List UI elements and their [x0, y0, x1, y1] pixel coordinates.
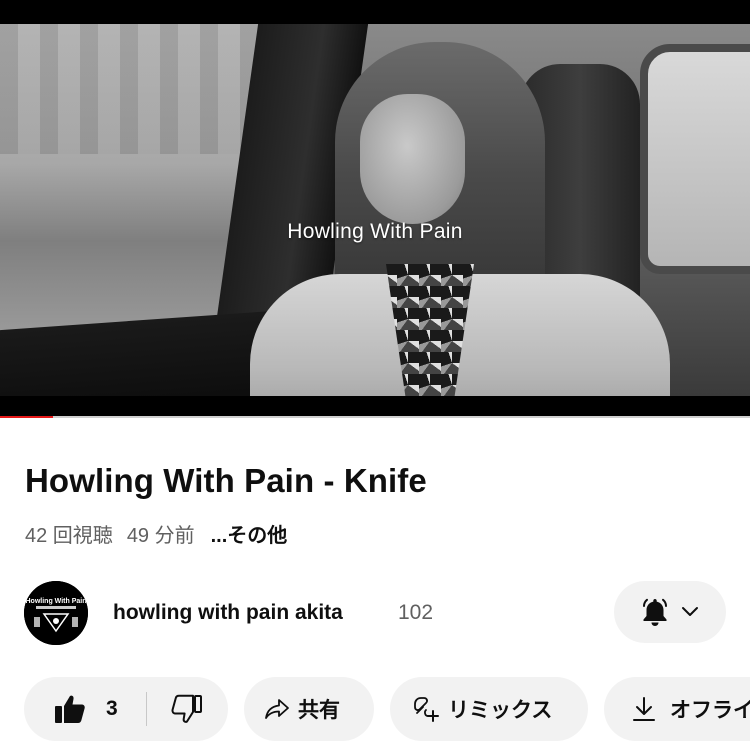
progress-bar[interactable]	[0, 416, 750, 418]
upload-time: 49 分前	[126, 525, 195, 547]
like-count: 3	[106, 697, 118, 720]
view-count: 42 回視聴	[25, 525, 113, 547]
offline-label: オフライン	[670, 699, 750, 722]
chevron-down-icon	[682, 607, 698, 616]
share-button[interactable]: 共有	[244, 677, 374, 741]
person-face	[360, 94, 465, 224]
video-title: Howling With Pain - Knife	[25, 462, 427, 499]
remix-label: リミックス	[448, 699, 553, 722]
channel-avatar[interactable]: Howling With Pain	[24, 581, 88, 645]
offline-download-button[interactable]: オフライン	[604, 677, 750, 741]
thumbs-up-icon	[55, 695, 85, 723]
dislike-button[interactable]	[147, 677, 227, 741]
channel-name[interactable]: howling with pain akita	[113, 601, 343, 625]
bell-icon	[643, 598, 667, 626]
action-bar: 3 共有 リミックス オフライン	[0, 677, 750, 741]
video-meta[interactable]: 42 回視聴 49 分前 ...その他	[25, 519, 287, 548]
share-label: 共有	[298, 699, 340, 722]
channel-row: Howling With Pain howling with pain akit…	[0, 578, 750, 648]
video-overlay-title: Howling With Pain	[287, 220, 463, 243]
notification-button[interactable]	[614, 581, 726, 643]
subscriber-count: 102	[398, 601, 434, 624]
video-frame[interactable]: Howling With Pain	[0, 24, 750, 396]
video-player[interactable]: Howling With Pain	[0, 0, 750, 418]
remix-button[interactable]: リミックス	[390, 677, 588, 741]
like-dislike-group: 3	[24, 677, 228, 741]
download-icon	[633, 697, 655, 721]
channel-logo-icon: Howling With Pain	[24, 581, 88, 645]
remix-icon	[414, 697, 439, 722]
share-icon	[265, 699, 289, 719]
progress-bar-fill	[0, 416, 53, 418]
thumbs-down-icon	[171, 694, 202, 723]
more-description-link[interactable]: ...その他	[211, 519, 288, 548]
avatar-logo-text: Howling With Pain	[26, 598, 87, 605]
like-button[interactable]: 3	[24, 677, 146, 741]
